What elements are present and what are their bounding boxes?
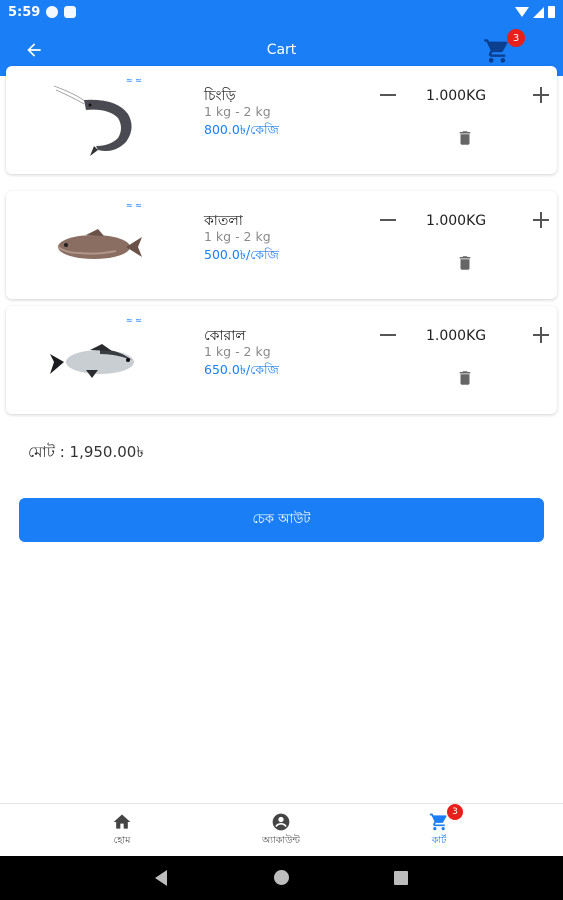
coral-fish-image: [50, 344, 134, 378]
increase-quantity-button[interactable]: [530, 84, 552, 106]
status-left: 5:59: [8, 4, 77, 20]
decrease-quantity-button[interactable]: [377, 209, 399, 231]
sim-icon: [64, 6, 77, 18]
system-home-icon[interactable]: [274, 870, 289, 885]
item-quantity: 1.000KG: [426, 328, 487, 344]
checkout-label: চেক আউট: [252, 511, 311, 527]
status-bar: 5:59: [0, 0, 563, 24]
delete-icon[interactable]: [456, 368, 474, 388]
item-price: 650.0৳/কেজি: [204, 362, 279, 377]
checkout-button[interactable]: চেক আউট: [19, 498, 544, 542]
nav-item-home[interactable]: হোম: [62, 804, 182, 857]
decrease-quantity-button[interactable]: [377, 84, 399, 106]
cart-item: ≈ ≈ চিংড়ি 1 kg - 2 kg 800.0৳/কেজি 1.000…: [6, 66, 557, 174]
delete-icon[interactable]: [456, 128, 474, 148]
status-right: [515, 6, 555, 18]
notification-icon: [46, 6, 59, 18]
shrimp-image: [53, 85, 132, 156]
nav-label: হোম: [113, 835, 131, 846]
arrow-back-icon: [27, 43, 41, 57]
item-weight: 1 kg - 2 kg: [204, 104, 271, 119]
home-icon: [113, 814, 131, 829]
nav-cart-icon-wrap: 3: [429, 804, 463, 832]
brand-logo: ≈ ≈: [126, 201, 142, 210]
increase-quantity-button[interactable]: [530, 209, 552, 231]
bottom-navigation: হোম অ্যাকাউন্ট 3 কার্ট: [0, 803, 563, 856]
delete-icon[interactable]: [456, 253, 474, 273]
cart-item: ≈ ≈ কোরাল 1 kg - 2 kg 650.0৳/কেজি 1.000K…: [6, 306, 557, 414]
page-title: Cart: [266, 42, 297, 58]
item-quantity: 1.000KG: [426, 213, 487, 229]
nav-item-account[interactable]: অ্যাকাউন্ট: [221, 804, 341, 857]
battery-icon: [548, 6, 555, 18]
back-button[interactable]: [22, 38, 46, 62]
item-price: 800.0৳/কেজি: [204, 122, 279, 137]
total-amount: মোট : 1,950.00৳: [28, 443, 144, 461]
cart-count-badge: 3: [507, 29, 525, 47]
nav-label: অ্যাকাউন্ট: [261, 835, 300, 846]
account-icon: [272, 813, 290, 831]
increase-quantity-button[interactable]: [530, 324, 552, 346]
wifi-icon: [515, 7, 529, 17]
nav-item-cart[interactable]: 3 কার্ট: [379, 804, 499, 857]
system-navigation-bar: [0, 856, 563, 900]
brand-logo: ≈ ≈: [126, 316, 142, 325]
cart-icon: [429, 813, 447, 831]
decrease-quantity-button[interactable]: [377, 324, 399, 346]
brand-logo: ≈ ≈: [126, 76, 142, 85]
system-recents-icon[interactable]: [394, 871, 408, 885]
item-price: 500.0৳/কেজি: [204, 247, 279, 262]
cart-item: ≈ ≈ কাতলা 1 kg - 2 kg 500.0৳/কেজি 1.000K…: [6, 191, 557, 299]
status-time: 5:59: [8, 4, 41, 20]
cart-count-badge: 3: [447, 804, 463, 820]
signal-icon: [533, 6, 544, 18]
item-weight: 1 kg - 2 kg: [204, 229, 271, 244]
item-quantity: 1.000KG: [426, 88, 487, 104]
catla-fish-image: [57, 229, 142, 259]
cart-button[interactable]: 3: [483, 29, 525, 65]
system-back-icon[interactable]: [155, 870, 167, 886]
item-weight: 1 kg - 2 kg: [204, 344, 271, 359]
nav-label: কার্ট: [431, 835, 447, 846]
